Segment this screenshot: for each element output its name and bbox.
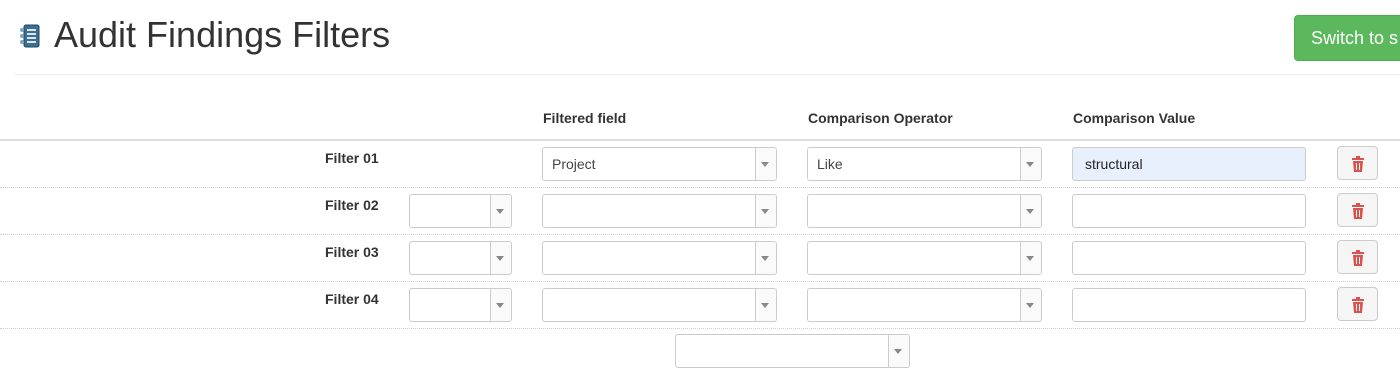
page-title: Audit Findings Filters (54, 14, 391, 55)
chevron-down-icon (1020, 148, 1041, 180)
delete-filter-button[interactable] (1337, 193, 1378, 227)
connector-select[interactable] (409, 288, 512, 322)
column-header-comparison-operator: Comparison Operator (808, 110, 953, 126)
delete-filter-button[interactable] (1337, 287, 1378, 321)
chevron-down-icon (755, 242, 776, 274)
row-divider (0, 327, 1400, 329)
filter-list-icon (17, 22, 45, 50)
comparison-operator-select[interactable] (807, 194, 1042, 228)
chevron-down-icon (490, 242, 511, 274)
chevron-down-icon (755, 195, 776, 227)
column-header-filtered-field: Filtered field (543, 110, 627, 126)
connector-select[interactable] (409, 194, 512, 228)
filtered-field-select[interactable] (542, 241, 777, 275)
trash-icon (1352, 156, 1364, 172)
filter-label: Filter 02 (325, 197, 379, 213)
header-divider (14, 74, 1400, 75)
comparison-value-input[interactable] (1072, 194, 1306, 228)
column-header-comparison-value: Comparison Value (1073, 110, 1196, 126)
chevron-down-icon (755, 148, 776, 180)
filter-label: Filter 03 (325, 244, 379, 260)
chevron-down-icon (1020, 242, 1041, 274)
filtered-field-value: Project (552, 156, 596, 172)
filter-row-02: Filter 02 (0, 188, 1400, 235)
filtered-field-select[interactable] (542, 194, 777, 228)
comparison-operator-select[interactable] (807, 288, 1042, 322)
comparison-value-text: structural (1085, 156, 1143, 172)
trash-icon (1352, 203, 1364, 219)
switch-view-button[interactable]: Switch to s (1294, 15, 1400, 61)
trash-icon (1352, 297, 1364, 313)
comparison-operator-value: Like (817, 156, 843, 172)
filtered-field-select[interactable]: Project (542, 147, 777, 181)
chevron-down-icon (888, 335, 909, 367)
add-filter-select[interactable] (675, 334, 910, 368)
chevron-down-icon (1020, 195, 1041, 227)
trash-icon (1352, 250, 1364, 266)
comparison-value-input[interactable] (1072, 288, 1306, 322)
filter-label: Filter 01 (325, 150, 379, 166)
filter-label: Filter 04 (325, 291, 379, 307)
filter-row-03: Filter 03 (0, 235, 1400, 282)
comparison-operator-select[interactable] (807, 241, 1042, 275)
delete-filter-button[interactable] (1337, 240, 1378, 274)
chevron-down-icon (755, 289, 776, 321)
filter-row-04: Filter 04 (0, 282, 1400, 329)
page-header: Audit Findings Filters Switch to s (0, 0, 1400, 75)
comparison-value-input[interactable] (1072, 241, 1306, 275)
filter-row-01: Filter 01 Project Like structural (0, 141, 1400, 188)
chevron-down-icon (1020, 289, 1041, 321)
filtered-field-select[interactable] (542, 288, 777, 322)
comparison-value-input[interactable]: structural (1072, 147, 1306, 181)
chevron-down-icon (490, 289, 511, 321)
chevron-down-icon (490, 195, 511, 227)
delete-filter-button[interactable] (1337, 146, 1378, 180)
connector-select[interactable] (409, 241, 512, 275)
comparison-operator-select[interactable]: Like (807, 147, 1042, 181)
